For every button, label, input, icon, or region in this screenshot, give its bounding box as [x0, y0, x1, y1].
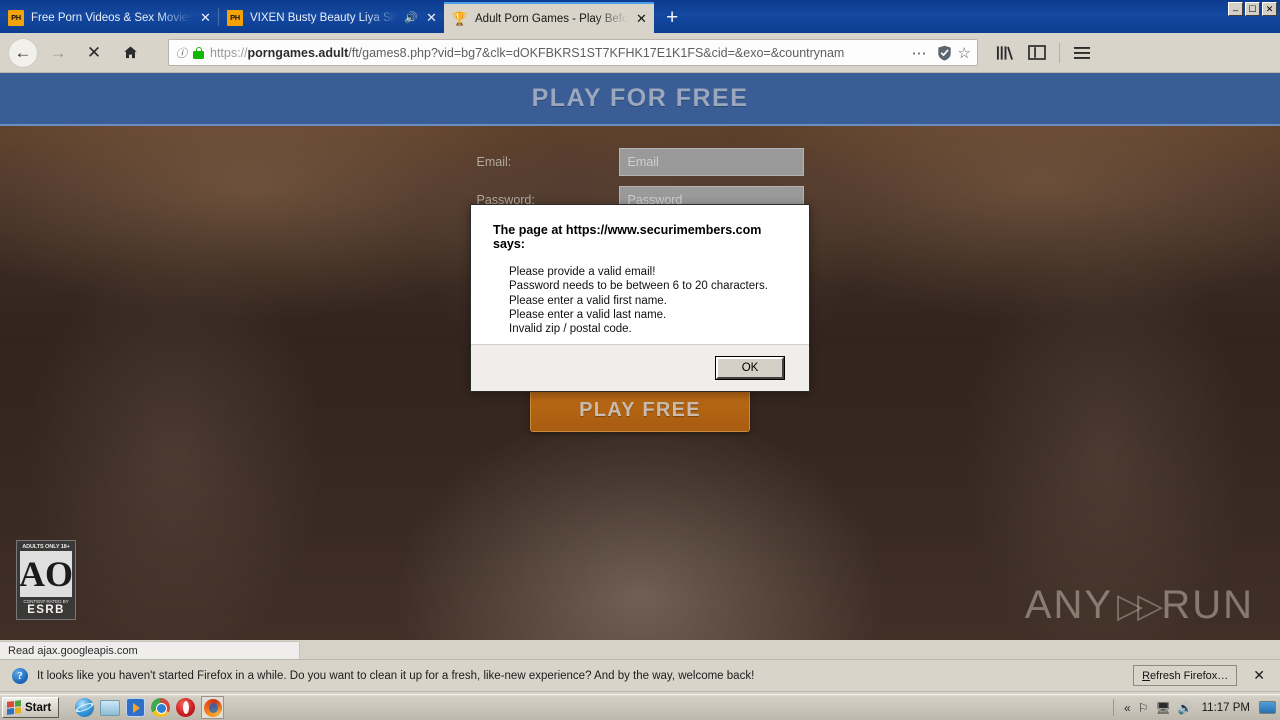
dialog-message-line: Please provide a valid email! [509, 266, 656, 278]
tab-close-button[interactable]: ✕ [425, 10, 438, 26]
lock-icon[interactable] [193, 46, 204, 59]
display-icon[interactable] [1259, 701, 1276, 714]
trophy-icon: 🏆 [451, 10, 469, 26]
home-icon [123, 46, 137, 59]
notification-close-button[interactable]: ✕ [1246, 667, 1272, 684]
tray-divider [1112, 699, 1114, 716]
dialog-message-line: Please enter a valid first name. [509, 294, 667, 307]
mnemonic-letter: R [1142, 669, 1151, 682]
tab-close-button[interactable]: ✕ [635, 11, 648, 27]
play-triangle-icon: ▷▷ [1117, 586, 1163, 625]
anyrun-watermark: ANY ▷▷ RUN [1025, 583, 1254, 628]
hamburger-menu-icon[interactable] [1067, 39, 1097, 67]
watermark-any: ANY [1024, 583, 1114, 627]
toolbar-right-group [990, 39, 1106, 67]
window-controls: _ ☐ ✕ [1228, 2, 1277, 16]
status-bar: Read ajax.googleapis.com [0, 641, 300, 659]
button-label-rest: efresh Firefox… [1150, 669, 1229, 682]
volume-icon[interactable]: 🔊 [1178, 702, 1193, 714]
form-row-email: Email: Email [0, 148, 1280, 176]
close-window-button[interactable]: ✕ [1262, 2, 1277, 16]
dialog-body: The page at https://www.securimembers.co… [471, 205, 809, 345]
bookmark-star-icon[interactable]: ☆ [958, 44, 971, 62]
browser-tab-2[interactable]: PH VIXEN Busty Beauty Liya Silver 🔊 ✕ [219, 2, 444, 33]
stop-button[interactable]: ✕ [78, 38, 110, 68]
quick-launch-bar [75, 696, 225, 719]
question-mark-icon: ? [12, 667, 28, 684]
dialog-footer: OK [471, 344, 809, 391]
chrome-icon[interactable] [151, 698, 171, 717]
internet-explorer-icon[interactable] [75, 698, 95, 717]
back-button[interactable]: ← [8, 37, 38, 68]
firefox-refresh-notification-bar: ? It looks like you haven't started Fire… [0, 659, 1280, 692]
dialog-message-line: Please enter a valid last name. [509, 308, 667, 321]
start-button[interactable]: Start [2, 697, 60, 718]
dialog-message-list: Please provide a valid email! Password n… [493, 265, 787, 336]
maximize-restore-button[interactable]: ☐ [1245, 2, 1260, 16]
url-text[interactable]: https://porngames.adult/ft/games8.php?vi… [210, 46, 903, 60]
browser-window: PH Free Porn Videos & Sex Movies - P ✕ P… [0, 0, 1280, 720]
windows-taskbar: Start « ⚐ 🖥 🔊 11:17 PM [0, 694, 1280, 720]
esrb-org-label: ESRB [27, 603, 65, 616]
show-hidden-icons-button[interactable]: « [1124, 702, 1131, 714]
browser-tab-1[interactable]: PH Free Porn Videos & Sex Movies - P ✕ [0, 2, 218, 33]
ph-logo-icon: PH [8, 9, 24, 26]
tab-close-button[interactable]: ✕ [199, 10, 212, 26]
play-free-button[interactable]: PLAY FREE [530, 388, 750, 432]
esrb-rating-badge: ADULTS ONLY 18+ AO CONTENT RATED BY ESRB [16, 540, 76, 620]
sidebar-icon[interactable] [1022, 39, 1052, 67]
folder-icon[interactable] [100, 699, 121, 716]
tab-audio-icon[interactable]: 🔊 [404, 11, 418, 24]
notification-message: It looks like you haven't started Firefo… [37, 669, 755, 682]
minimize-button[interactable]: _ [1228, 2, 1243, 16]
library-icon[interactable] [990, 39, 1020, 67]
refresh-firefox-button[interactable]: Refresh Firefox… [1133, 665, 1238, 686]
system-tray: « ⚐ 🖥 🔊 11:17 PM [1112, 697, 1280, 719]
forward-button[interactable]: → [42, 38, 74, 68]
esrb-top-label: ADULTS ONLY 18+ [22, 544, 70, 550]
url-bar[interactable]: ⓘ https://porngames.adult/ft/games8.php?… [168, 39, 978, 66]
shield-icon[interactable] [937, 45, 952, 61]
media-player-icon[interactable] [126, 698, 146, 717]
firefox-taskbar-button[interactable] [201, 696, 225, 719]
windows-logo-icon [7, 700, 21, 715]
firefox-icon [203, 698, 222, 717]
opera-icon[interactable] [176, 698, 196, 717]
browser-tab-3-active[interactable]: 🏆 Adult Porn Games - Play Before Yo ✕ [444, 2, 654, 33]
site-header-banner: PLAY FOR FREE [0, 73, 1280, 126]
navigation-toolbar: ← → ✕ ⓘ https://porngames.adult/ft/games… [0, 33, 1280, 73]
home-button[interactable] [114, 38, 146, 68]
new-tab-button[interactable]: + [654, 2, 690, 33]
page-title: PLAY FOR FREE [531, 84, 749, 112]
watermark-run: RUN [1161, 583, 1254, 627]
esrb-letter: AO [19, 551, 73, 597]
toolbar-divider [1059, 42, 1060, 63]
dialog-title: The page at https://www.securimembers.co… [493, 223, 762, 251]
flag-icon[interactable]: ⚐ [1138, 702, 1149, 714]
dialog-message-line: Password needs to be between 6 to 20 cha… [509, 280, 768, 293]
tab-title: VIXEN Busty Beauty Liya Silver [250, 11, 398, 24]
dialog-message-line: Invalid zip / postal code. [509, 323, 632, 336]
email-label: Email: [476, 155, 512, 169]
tab-strip: PH Free Porn Videos & Sex Movies - P ✕ P… [0, 0, 1280, 33]
start-label: Start [25, 701, 52, 714]
email-input[interactable]: Email [618, 148, 804, 176]
info-icon[interactable]: ⓘ [176, 45, 187, 61]
network-warning-icon[interactable]: 🖥 [1155, 702, 1170, 714]
page-actions-button[interactable]: ⋯ [909, 44, 931, 62]
ok-button[interactable]: OK [716, 357, 784, 380]
ph-logo-icon: PH [227, 9, 243, 26]
tab-title: Free Porn Videos & Sex Movies - P [31, 11, 192, 24]
tab-title: Adult Porn Games - Play Before Yo [475, 12, 628, 25]
clock[interactable]: 11:17 PM [1200, 702, 1252, 714]
javascript-alert-dialog: The page at https://www.securimembers.co… [470, 204, 810, 392]
